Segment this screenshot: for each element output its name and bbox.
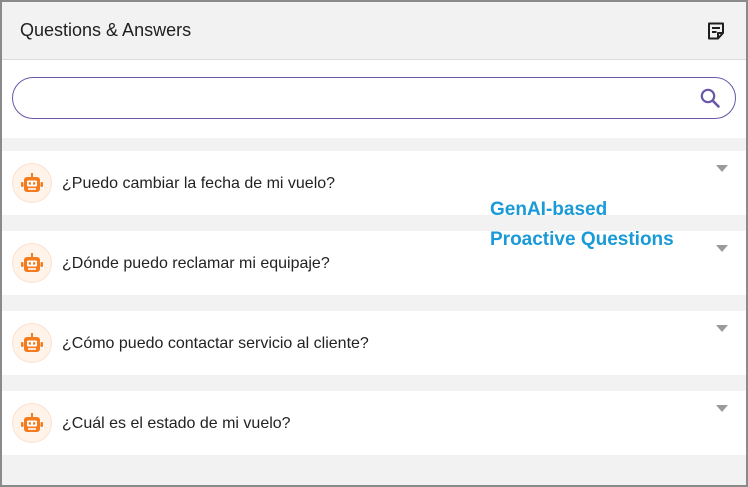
question-item[interactable]: ¿Cuál es el estado de mi vuelo?	[2, 391, 746, 455]
search-box	[12, 77, 736, 119]
question-text: ¿Cómo puedo contactar servicio al client…	[62, 335, 369, 352]
search-input[interactable]	[29, 78, 683, 118]
chevron-down-icon[interactable]	[716, 165, 728, 172]
bot-icon	[12, 163, 52, 203]
question-item[interactable]: ¿Cómo puedo contactar servicio al client…	[2, 311, 746, 375]
bot-icon	[12, 403, 52, 443]
question-item[interactable]: ¿Puedo cambiar la fecha de mi vuelo?	[2, 151, 746, 215]
chevron-down-icon[interactable]	[716, 325, 728, 332]
bot-icon	[12, 243, 52, 283]
bot-icon	[12, 323, 52, 363]
chevron-down-icon[interactable]	[716, 245, 728, 252]
question-text: ¿Dónde puedo reclamar mi equipaje?	[62, 255, 330, 272]
question-text: ¿Cuál es el estado de mi vuelo?	[62, 415, 291, 432]
notes-icon[interactable]	[704, 19, 728, 43]
qa-panel: Questions & Answers ¿Puedo cambiar la fe…	[0, 0, 748, 487]
chevron-down-icon[interactable]	[716, 405, 728, 412]
search-icon[interactable]	[699, 87, 721, 109]
panel-header: Questions & Answers	[2, 2, 746, 60]
question-item[interactable]: ¿Dónde puedo reclamar mi equipaje?	[2, 231, 746, 295]
question-text: ¿Puedo cambiar la fecha de mi vuelo?	[62, 175, 336, 192]
search-area	[2, 60, 746, 138]
panel-title: Questions & Answers	[20, 20, 192, 40]
questions-list: ¿Puedo cambiar la fecha de mi vuelo? ¿Dó…	[2, 138, 746, 455]
